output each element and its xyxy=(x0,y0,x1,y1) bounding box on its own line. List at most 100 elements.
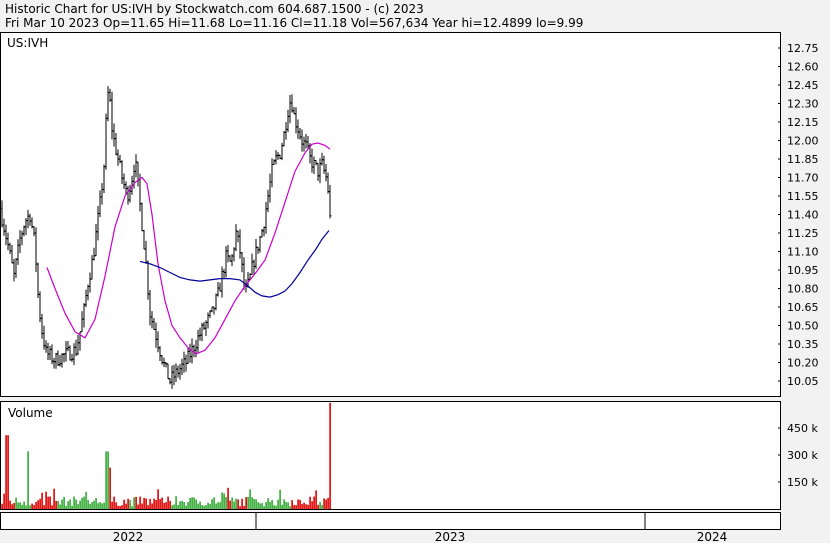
price-tick-label: 10.80 xyxy=(787,283,819,296)
volume-bar xyxy=(199,501,201,509)
symbol-label: US:IVH xyxy=(7,36,48,50)
price-tick-label: 10.20 xyxy=(787,357,819,370)
volume-bar xyxy=(129,500,131,509)
volume-bar xyxy=(319,501,321,509)
volume-bar xyxy=(309,496,311,509)
price-tick-label: 12.45 xyxy=(787,79,819,92)
volume-bar xyxy=(27,451,29,509)
volume-bar xyxy=(321,504,323,509)
volume-bar xyxy=(23,501,25,509)
volume-bar xyxy=(255,499,257,509)
volume-bar xyxy=(245,497,247,509)
volume-bar xyxy=(267,498,269,509)
volume-bar xyxy=(261,503,263,509)
price-tick-label: 12.00 xyxy=(787,135,819,148)
volume-bar xyxy=(221,492,223,509)
volume-bar xyxy=(71,505,73,509)
volume-bar xyxy=(259,503,261,509)
volume-bar xyxy=(127,498,129,509)
volume-bar xyxy=(265,502,267,509)
volume-bar xyxy=(79,500,81,509)
volume-bar xyxy=(167,496,169,509)
volume-bar xyxy=(323,498,325,509)
price-tick-label: 10.05 xyxy=(787,375,819,388)
volume-bar xyxy=(133,497,135,509)
volume-bar xyxy=(193,497,195,509)
volume-bar xyxy=(247,496,249,509)
volume-bar xyxy=(11,504,13,509)
volume-bar xyxy=(241,498,243,509)
volume-bar xyxy=(325,499,327,509)
volume-bar xyxy=(183,501,185,509)
volume-bar xyxy=(89,503,91,509)
quote-summary: Fri Mar 10 2023 Op=11.65 Hi=11.68 Lo=11.… xyxy=(5,16,583,30)
volume-bar xyxy=(77,504,79,509)
volume-bar xyxy=(51,505,53,509)
volume-bar xyxy=(143,498,145,509)
volume-bar xyxy=(257,502,259,509)
volume-bar xyxy=(17,502,19,509)
volume-panel xyxy=(0,401,781,510)
volume-bar xyxy=(65,506,67,509)
volume-tick-label: 150 k xyxy=(787,476,818,489)
volume-bar xyxy=(231,497,233,509)
volume-bar xyxy=(201,505,203,509)
volume-bar xyxy=(111,501,113,509)
volume-bar xyxy=(67,501,69,509)
price-tick-label: 12.60 xyxy=(787,61,819,74)
volume-bar xyxy=(147,505,149,509)
volume-bar xyxy=(113,496,115,509)
volume-bar xyxy=(307,504,309,509)
volume-bar xyxy=(203,505,205,509)
volume-bar xyxy=(41,492,43,509)
volume-bar xyxy=(95,497,97,509)
volume-bar xyxy=(289,506,291,509)
volume-bar xyxy=(125,503,127,509)
volume-bar xyxy=(135,496,137,509)
volume-bar xyxy=(163,502,165,509)
volume-bar xyxy=(107,451,109,509)
volume-bar xyxy=(315,490,317,509)
volume-bar xyxy=(15,497,17,509)
volume-bar xyxy=(37,500,39,509)
volume-bar xyxy=(271,500,273,509)
volume-bar xyxy=(297,499,299,509)
volume-bar xyxy=(87,500,89,509)
volume-bar xyxy=(7,435,9,509)
volume-bar xyxy=(317,504,319,509)
volume-bar xyxy=(13,502,15,509)
volume-bar xyxy=(99,502,101,509)
volume-bar xyxy=(177,505,179,509)
volume-bar xyxy=(149,498,151,509)
volume-bar xyxy=(225,497,227,509)
volume-bar xyxy=(153,498,155,509)
price-tick-label: 11.25 xyxy=(787,227,819,240)
volume-bar xyxy=(81,497,83,509)
volume-bar xyxy=(237,499,239,509)
volume-bar xyxy=(311,501,313,509)
volume-bar xyxy=(159,499,161,509)
volume-bar xyxy=(215,503,217,509)
volume-bar xyxy=(83,496,85,509)
volume-bar xyxy=(175,496,177,509)
year-label: 2022 xyxy=(113,530,144,543)
volume-bar xyxy=(191,497,193,509)
volume-bar xyxy=(43,505,45,509)
price-tick-label: 10.35 xyxy=(787,338,819,351)
volume-bar xyxy=(39,498,41,509)
volume-bar xyxy=(299,499,301,509)
volume-bar xyxy=(85,491,87,509)
volume-bar xyxy=(141,503,143,509)
time-axis-panel xyxy=(0,512,781,530)
volume-bar xyxy=(233,501,235,509)
year-label: 2024 xyxy=(697,530,728,543)
volume-bar xyxy=(273,505,275,509)
volume-bar xyxy=(285,501,287,509)
volume-bar xyxy=(47,496,49,509)
volume-bar xyxy=(59,504,61,509)
volume-bar xyxy=(145,498,147,509)
volume-bar xyxy=(109,467,111,509)
volume-tick-label: 450 k xyxy=(787,422,818,435)
volume-bar xyxy=(61,499,63,509)
volume-bar xyxy=(185,505,187,509)
